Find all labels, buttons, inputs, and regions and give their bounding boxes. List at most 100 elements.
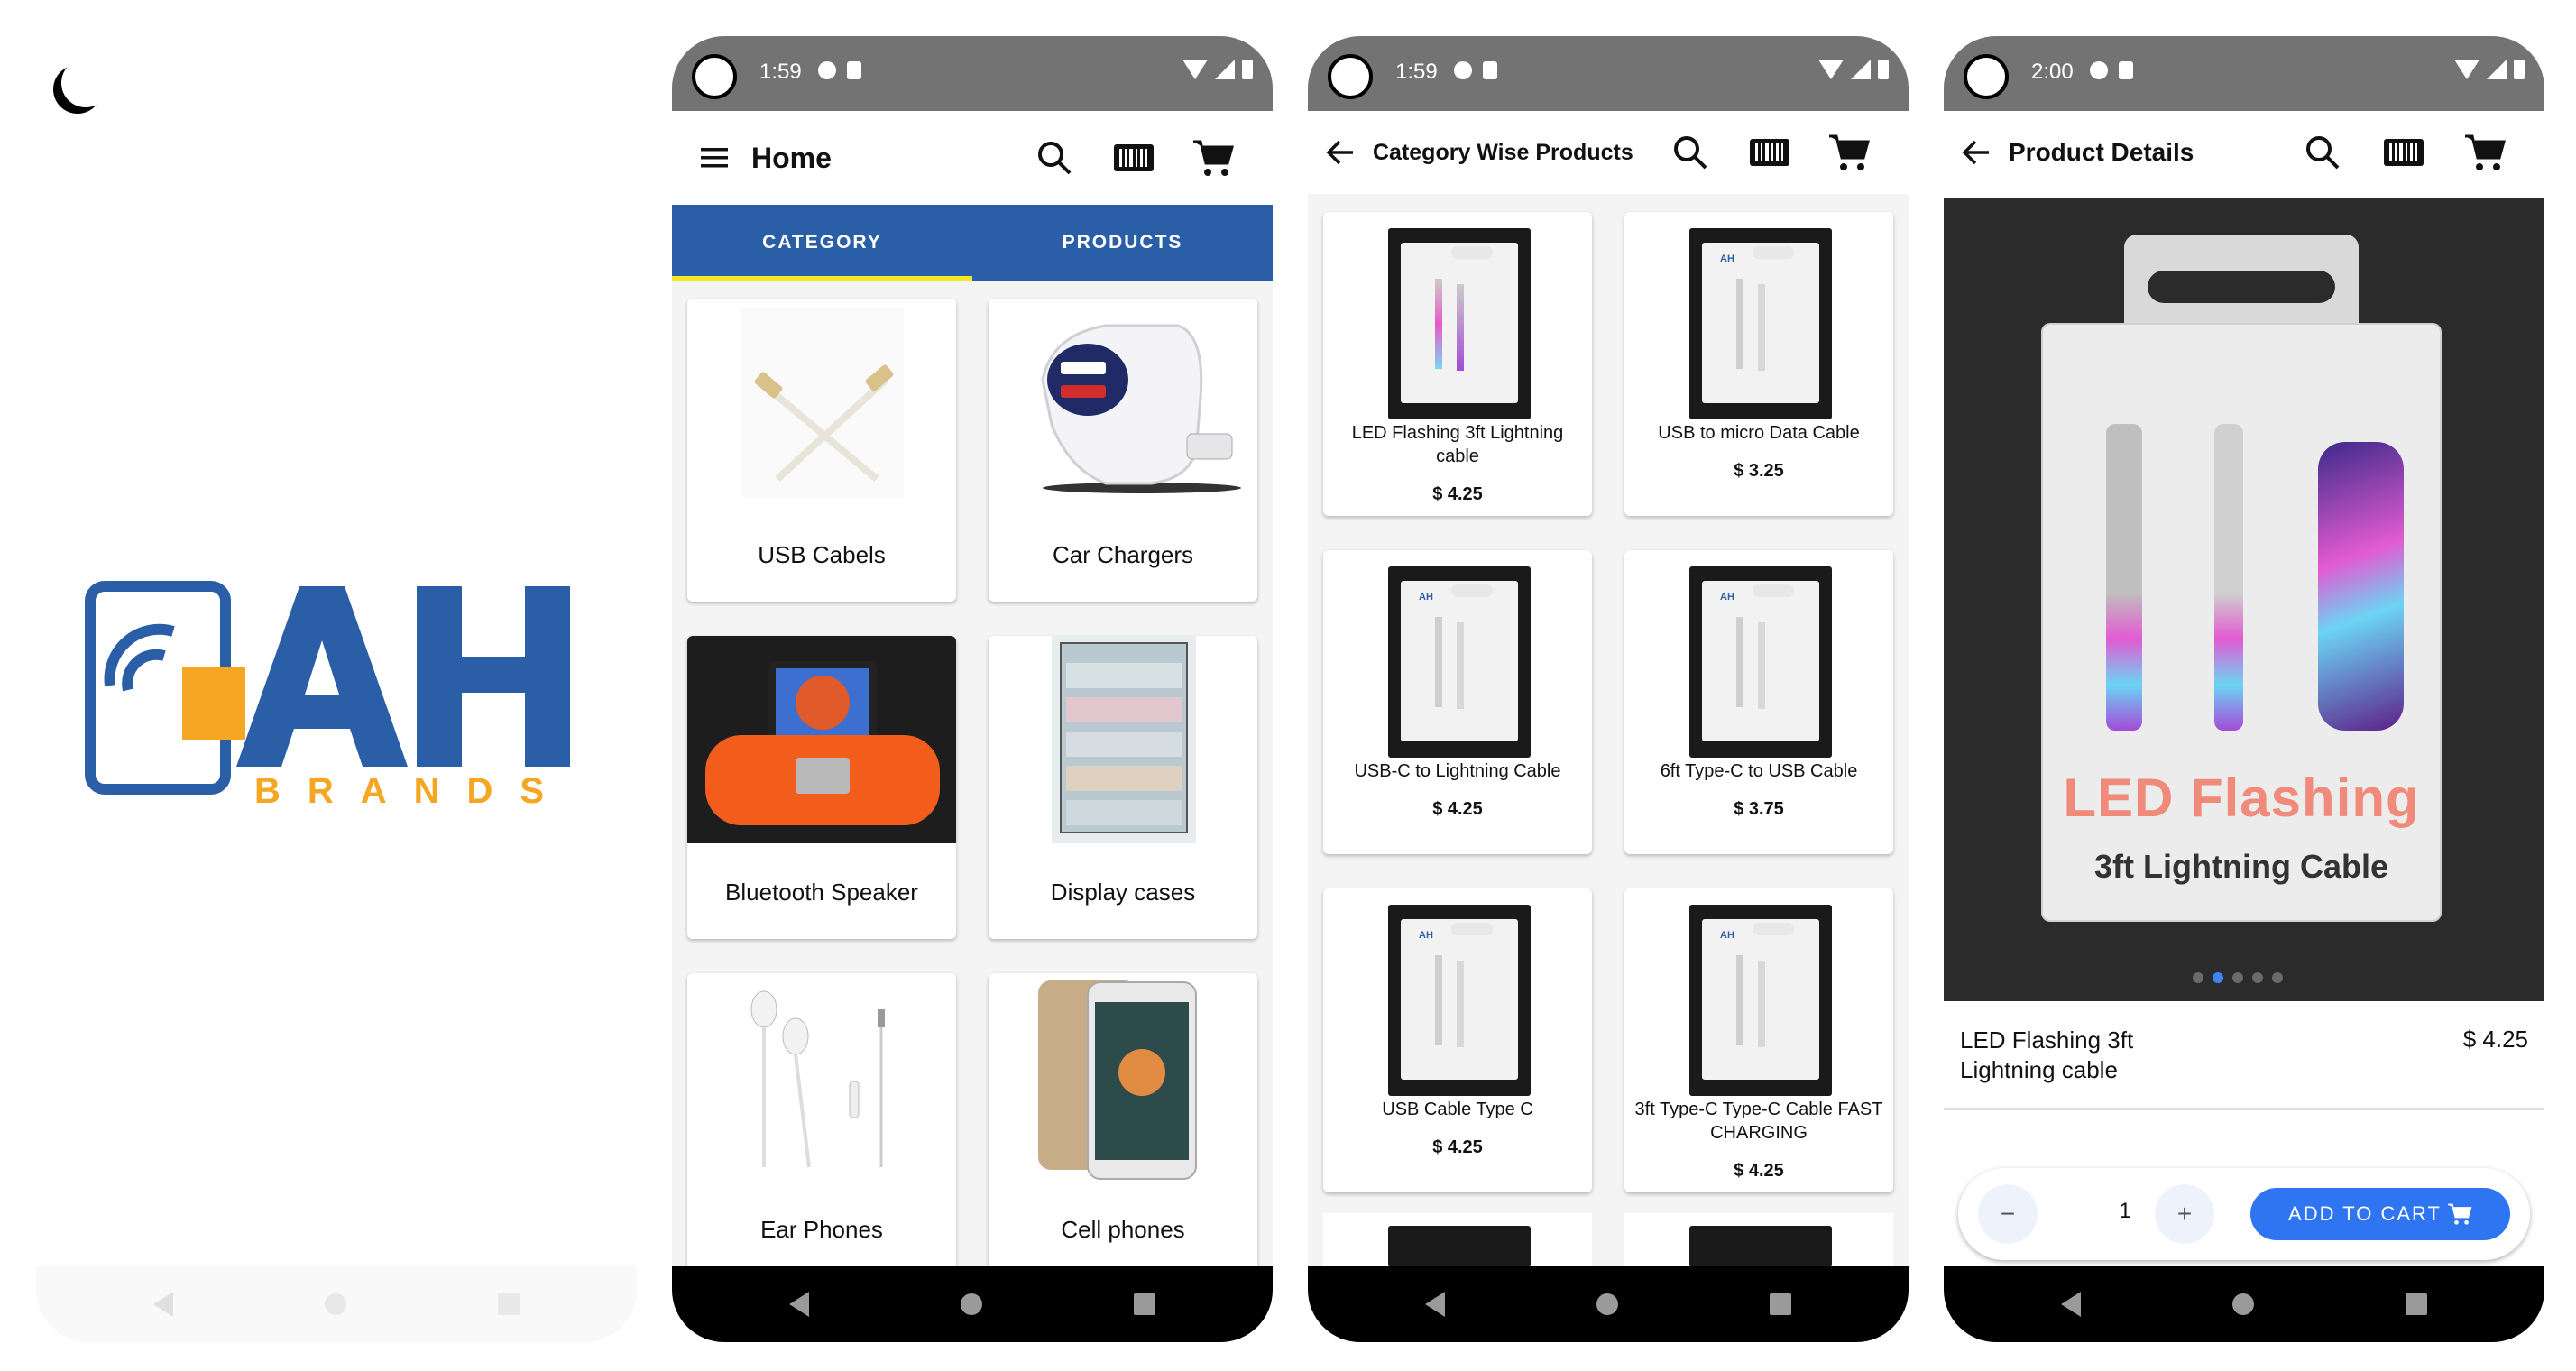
increase-quantity-button[interactable]: + xyxy=(2155,1184,2214,1244)
product-price: $ 4.25 xyxy=(2462,1026,2528,1053)
nav-back-button[interactable] xyxy=(789,1292,809,1317)
add-to-cart-bar: − 1 + ADD TO CART xyxy=(1958,1168,2530,1260)
status-bar: 1:59 xyxy=(1308,36,1909,111)
add-to-cart-label: ADD TO CART xyxy=(2288,1202,2442,1225)
product-image: AH xyxy=(1689,905,1832,1096)
carousel-dot[interactable] xyxy=(2232,972,2243,983)
category-card[interactable]: USB Cabels xyxy=(687,299,956,602)
barcode-icon[interactable] xyxy=(1748,131,1791,174)
back-arrow-icon[interactable] xyxy=(1960,136,1992,169)
cart-icon[interactable] xyxy=(1827,131,1871,174)
category-label: USB Cabels xyxy=(758,541,886,568)
category-card[interactable]: Ear Phones xyxy=(687,973,956,1276)
back-arrow-icon[interactable] xyxy=(1324,136,1357,169)
product-card[interactable]: AH USB Cable Type C $ 4.25 xyxy=(1323,888,1592,1192)
app-bar: Home xyxy=(672,111,1273,205)
product-price: $ 4.25 xyxy=(1734,1161,1784,1181)
product-name: USB Cable Type C xyxy=(1382,1100,1533,1119)
tab-category[interactable]: CATEGORY xyxy=(672,205,972,281)
product-price: $ 4.25 xyxy=(1432,1137,1483,1157)
system-nav-bar xyxy=(36,1266,637,1342)
product-card[interactable] xyxy=(1624,1213,1893,1267)
nav-back-button[interactable] xyxy=(2061,1292,2081,1317)
home-screen: 1:59 Home CATEGORY PRODUCTS USB Cabels C… xyxy=(672,36,1273,1342)
search-icon[interactable] xyxy=(1669,131,1712,174)
nav-recents-button[interactable] xyxy=(498,1293,520,1315)
product-package-image: LED Flashing 3ft Lightning Cable xyxy=(2043,325,2440,920)
status-time: 1:59 xyxy=(1395,60,1438,84)
battery-icon xyxy=(1242,60,1253,79)
next-row-peek xyxy=(1308,1213,1909,1267)
product-card[interactable]: AH 6ft Type-C to USB Cable $ 3.75 xyxy=(1624,550,1893,854)
menu-icon[interactable] xyxy=(699,143,730,173)
bluetooth-speaker-image xyxy=(687,636,956,843)
divider xyxy=(1944,1108,2544,1110)
package-subtitle: 3ft Lightning Cable xyxy=(2094,848,2388,885)
car-charger-image xyxy=(1041,324,1241,493)
category-label: Ear Phones xyxy=(760,1216,883,1243)
category-card[interactable]: Display cases xyxy=(989,636,1257,939)
product-price: $ 3.75 xyxy=(1734,799,1784,819)
page-title: Home xyxy=(751,141,832,174)
product-price: $ 3.25 xyxy=(1734,461,1784,481)
tab-bar: CATEGORY PRODUCTS xyxy=(672,205,1273,281)
search-icon[interactable] xyxy=(1033,136,1076,179)
carousel-dot[interactable] xyxy=(2272,972,2283,983)
category-card[interactable]: Cell phones xyxy=(989,973,1257,1276)
product-card[interactable]: LED Flashing 3ft Lightning cable $ 4.25 xyxy=(1323,212,1592,516)
battery-icon xyxy=(1878,60,1889,79)
decrease-quantity-button[interactable]: − xyxy=(1978,1184,2038,1244)
carousel-dot-active[interactable] xyxy=(2213,972,2223,983)
signal-icon xyxy=(1851,60,1871,79)
notification-icon xyxy=(1454,61,1472,79)
cart-icon xyxy=(2448,1203,2472,1225)
ah-brands-logo: BRANDS xyxy=(85,581,571,811)
add-to-cart-button[interactable]: ADD TO CART xyxy=(2250,1188,2510,1240)
cart-icon[interactable] xyxy=(1191,136,1235,179)
category-label: Bluetooth Speaker xyxy=(725,879,918,906)
tab-products[interactable]: PRODUCTS xyxy=(972,205,1273,281)
product-card[interactable]: AH USB-C to Lightning Cable $ 4.25 xyxy=(1323,550,1592,854)
category-card[interactable]: Bluetooth Speaker xyxy=(687,636,956,939)
carousel-indicator xyxy=(2193,972,2283,983)
category-card[interactable]: Car Chargers xyxy=(989,299,1257,602)
carousel-dot[interactable] xyxy=(2252,972,2263,983)
notification-icon xyxy=(2090,61,2108,79)
cart-icon[interactable] xyxy=(2463,131,2507,174)
splash-screen: BRANDS xyxy=(36,36,637,1342)
product-grid: LED Flashing 3ft Lightning cable $ 4.25 … xyxy=(1308,212,1909,1192)
status-time: 1:59 xyxy=(759,60,802,84)
camera-cutout xyxy=(692,54,737,99)
product-card[interactable]: AH 3ft Type-C Type-C Cable FAST CHARGING… xyxy=(1624,888,1893,1192)
nav-home-button[interactable] xyxy=(325,1293,346,1315)
nav-recents-button[interactable] xyxy=(1134,1293,1155,1315)
camera-cutout xyxy=(1328,54,1373,99)
nav-recents-button[interactable] xyxy=(2406,1293,2427,1315)
barcode-icon[interactable] xyxy=(1112,136,1155,179)
nav-home-button[interactable] xyxy=(2232,1293,2254,1315)
product-image-carousel[interactable]: LED Flashing 3ft Lightning Cable xyxy=(1944,198,2544,1001)
product-image: AH xyxy=(1388,905,1531,1096)
nav-recents-button[interactable] xyxy=(1770,1293,1791,1315)
cell-phone-image xyxy=(1038,980,1197,1180)
svg-text:BRANDS: BRANDS xyxy=(254,771,571,811)
notification-icon xyxy=(818,61,836,79)
display-case-image xyxy=(1052,636,1196,843)
product-name: 6ft Type-C to USB Cable xyxy=(1660,761,1858,781)
product-image: AH xyxy=(1388,566,1531,758)
carousel-dot[interactable] xyxy=(2193,972,2203,983)
signal-icon xyxy=(1215,60,1235,79)
product-price: $ 4.25 xyxy=(1432,799,1483,819)
nav-home-button[interactable] xyxy=(1596,1293,1618,1315)
product-card[interactable] xyxy=(1323,1213,1592,1267)
barcode-icon[interactable] xyxy=(2382,131,2425,174)
nav-back-button[interactable] xyxy=(1425,1292,1445,1317)
product-card[interactable]: AH USB to micro Data Cable $ 3.25 xyxy=(1624,212,1893,516)
search-icon[interactable] xyxy=(2301,131,2344,174)
product-name: USB-C to Lightning Cable xyxy=(1354,761,1561,781)
earphones-image xyxy=(750,990,885,1168)
nav-home-button[interactable] xyxy=(961,1293,982,1315)
category-grid: USB Cabels Car Chargers Bluetooth Speake… xyxy=(672,299,1273,1276)
nav-back-button[interactable] xyxy=(153,1292,173,1317)
camera-cutout xyxy=(1964,54,2009,99)
